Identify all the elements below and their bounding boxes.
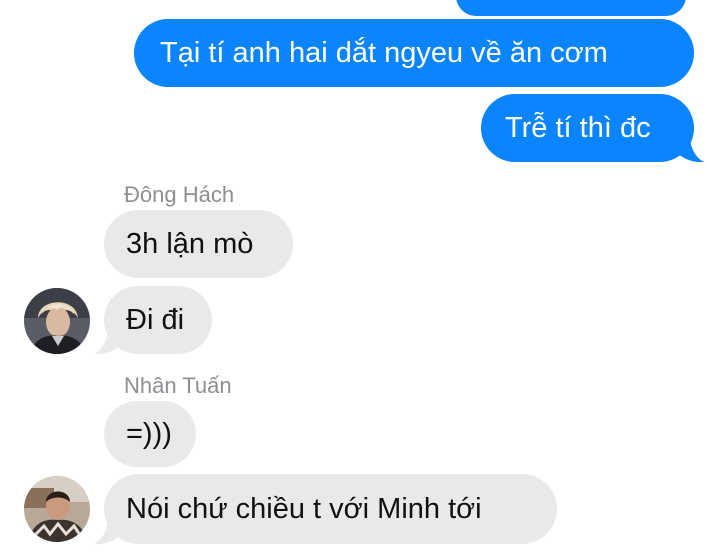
avatar-donghach[interactable] xyxy=(24,288,90,354)
message-text: Nói chứ chiều t với Minh tới xyxy=(126,492,482,525)
incoming-message-bubble[interactable]: =))) xyxy=(104,401,196,467)
message-text: 3h lận mò xyxy=(126,227,254,260)
message-text: Trễ tí thì đc xyxy=(505,111,651,144)
outgoing-message-bubble[interactable]: Trễ tí thì đc xyxy=(481,94,694,162)
sender-name: Đông Hách xyxy=(124,182,235,207)
message-text: =))) xyxy=(126,417,172,450)
sender-name: Nhân Tuấn xyxy=(124,373,232,398)
message-text: Tại tí anh hai dắt ngyeu về ăn cơm xyxy=(160,36,608,69)
outgoing-message-bubble-partial[interactable] xyxy=(456,0,686,16)
outgoing-bubble-tail xyxy=(676,136,704,163)
incoming-message-bubble[interactable]: 3h lận mò xyxy=(104,210,293,278)
message-text: Đi đi xyxy=(126,303,185,336)
avatar-nhantuan[interactable] xyxy=(24,476,90,542)
incoming-message-bubble[interactable]: Nói chứ chiều t với Minh tới xyxy=(104,474,557,544)
outgoing-message-bubble[interactable]: Tại tí anh hai dắt ngyeu về ăn cơm xyxy=(134,19,694,87)
incoming-bubble-tail xyxy=(94,518,122,545)
incoming-bubble-tail xyxy=(94,328,122,355)
